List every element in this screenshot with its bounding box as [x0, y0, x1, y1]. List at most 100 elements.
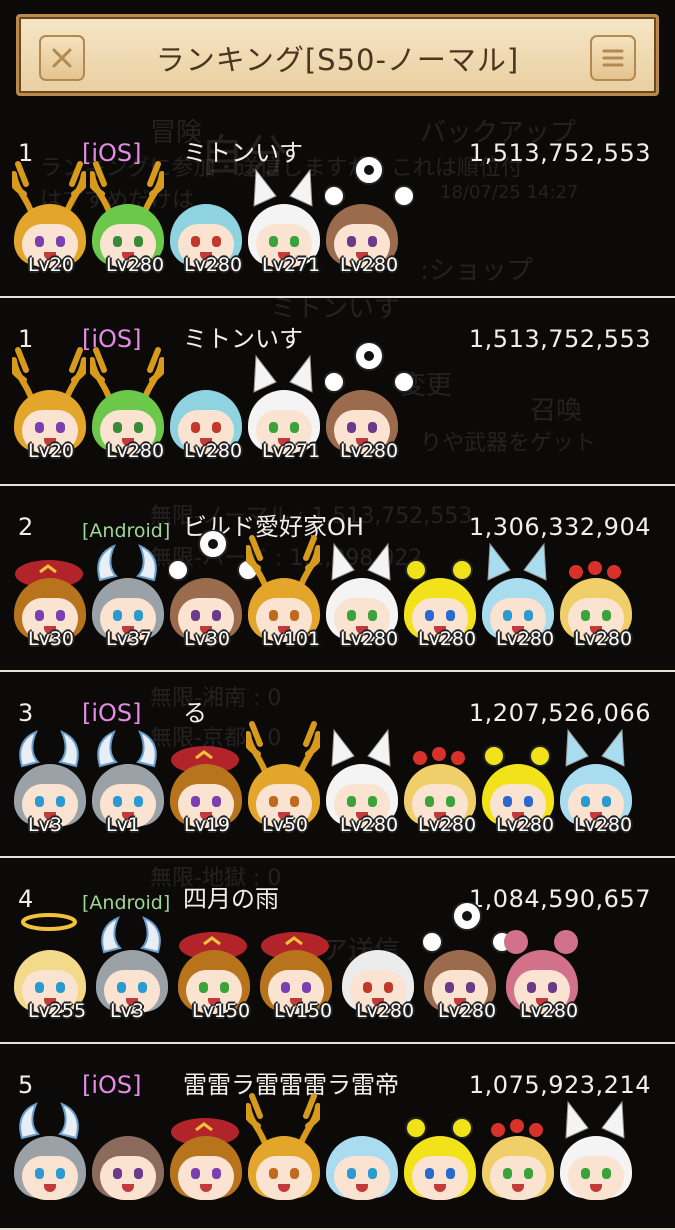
eye-left — [269, 236, 278, 247]
eye-left — [503, 796, 512, 807]
eye-left — [347, 1168, 356, 1179]
eye-right — [290, 796, 299, 807]
character-level: Lv37 — [106, 628, 153, 650]
character-level: Lv271 — [262, 254, 321, 276]
character-level: Lv50 — [262, 814, 309, 836]
character-face — [178, 1156, 234, 1200]
ranking-row[interactable]: 3 [iOS] る 1,207,526,066 Lv3 Lv1 Lv19 Lv50 Lv280 L… — [0, 672, 675, 858]
character-face — [412, 1156, 468, 1200]
eye-left — [35, 1168, 44, 1179]
eye-left — [113, 796, 122, 807]
eye-left — [191, 1168, 200, 1179]
character-avatar: Lv101 — [242, 535, 322, 664]
menu-icon — [602, 49, 624, 67]
character-level: Lv150 — [192, 1000, 251, 1022]
character-face — [568, 1156, 624, 1200]
character-avatar — [398, 1096, 478, 1222]
character-avatar: Lv1 — [86, 724, 166, 850]
eye-right — [56, 796, 65, 807]
character-avatar: Lv20 — [8, 347, 88, 476]
eye-right — [290, 236, 299, 247]
eye-left — [281, 982, 290, 993]
character-avatar: Lv280 — [554, 724, 634, 850]
eye-right — [368, 796, 377, 807]
character-avatar: Lv30 — [164, 530, 258, 664]
mouth — [200, 1184, 212, 1192]
character-avatar: Lv280 — [398, 724, 478, 850]
character-avatar: Lv280 — [164, 350, 244, 476]
eye-left — [191, 610, 200, 621]
eye-right — [134, 422, 143, 433]
character-avatar: Lv50 — [242, 721, 322, 850]
character-level: Lv280 — [520, 1000, 579, 1022]
character-avatar: Lv3 — [8, 724, 88, 850]
eye-right — [290, 610, 299, 621]
party-characters: Lv30 Lv37 Lv30 Lv101 Lv280 Lv280 Lv280 Lv280 — [8, 530, 668, 664]
ranking-list: 1 [iOS] ミトンいす 1,513,752,553 Lv20 Lv280 Lv280 Lv… — [0, 112, 675, 1230]
ranking-row[interactable]: 5 [iOS] 雷雷ラ雷雷雷ラ雷帝 1,075,923,214 — [0, 1044, 675, 1230]
eye-left — [425, 610, 434, 621]
eye-right — [290, 1168, 299, 1179]
character-level: Lv280 — [438, 1000, 497, 1022]
character-face — [100, 1156, 156, 1200]
mouth — [278, 1184, 290, 1192]
character-face — [22, 1156, 78, 1200]
eye-left — [113, 236, 122, 247]
character-avatar — [554, 1096, 634, 1222]
eye-right — [290, 422, 299, 433]
character-level: Lv280 — [106, 254, 165, 276]
character-avatar: Lv150 — [172, 910, 252, 1036]
character-level: Lv280 — [356, 1000, 415, 1022]
eye-left — [347, 610, 356, 621]
eye-left — [425, 796, 434, 807]
party-characters: Lv20 Lv280 Lv280 Lv271 Lv280 — [8, 156, 668, 290]
eye-left — [269, 422, 278, 433]
character-avatar: Lv280 — [476, 724, 556, 850]
character-level: Lv280 — [418, 628, 477, 650]
character-face — [334, 1156, 390, 1200]
eye-right — [446, 796, 455, 807]
character-avatar: Lv280 — [320, 538, 400, 664]
eye-left — [445, 982, 454, 993]
eye-left — [347, 796, 356, 807]
eye-right — [524, 796, 533, 807]
eye-left — [269, 796, 278, 807]
eye-right — [212, 422, 221, 433]
eye-right — [302, 982, 311, 993]
eye-right — [602, 1168, 611, 1179]
page-title: ランキング[S50-ノーマル] — [155, 43, 520, 77]
character-level: Lv280 — [340, 254, 399, 276]
ranking-row[interactable]: 2 [Android] ビルド愛好家OH 1,306,332,904 Lv30 Lv37 L… — [0, 486, 675, 672]
mouth — [44, 1184, 56, 1192]
eye-right — [368, 1168, 377, 1179]
character-avatar: Lv19 — [164, 724, 244, 850]
character-level: Lv101 — [262, 628, 321, 650]
ranking-row[interactable]: 1 [iOS] ミトンいす 1,513,752,553 Lv20 Lv280 Lv280 Lv… — [0, 298, 675, 486]
character-face — [256, 1156, 312, 1200]
character-avatar: Lv280 — [476, 538, 556, 664]
character-level: Lv3 — [28, 814, 62, 836]
character-level: Lv30 — [184, 628, 231, 650]
party-characters — [8, 1093, 668, 1222]
character-face — [490, 1156, 546, 1200]
mouth — [590, 1184, 602, 1192]
character-avatar: Lv280 — [320, 342, 414, 476]
character-level: Lv1 — [106, 814, 140, 836]
character-level: Lv20 — [28, 254, 75, 276]
character-avatar: Lv280 — [86, 347, 166, 476]
character-level: Lv280 — [418, 814, 477, 836]
eye-left — [363, 982, 372, 993]
eye-left — [527, 982, 536, 993]
ranking-row[interactable]: 4 [Android] 四月の雨 1,084,590,657 Lv255 Lv3 Lv150… — [0, 858, 675, 1044]
eye-left — [199, 982, 208, 993]
eye-left — [269, 610, 278, 621]
eye-right — [56, 422, 65, 433]
character-avatar: Lv280 — [86, 161, 166, 290]
character-avatar: Lv37 — [86, 538, 166, 664]
character-level: Lv255 — [28, 1000, 87, 1022]
ranking-row[interactable]: 1 [iOS] ミトンいす 1,513,752,553 Lv20 Lv280 Lv280 Lv… — [0, 112, 675, 298]
menu-button[interactable] — [590, 35, 636, 81]
character-avatar: Lv255 — [8, 910, 88, 1036]
eye-left — [35, 796, 44, 807]
eye-right — [212, 1168, 221, 1179]
